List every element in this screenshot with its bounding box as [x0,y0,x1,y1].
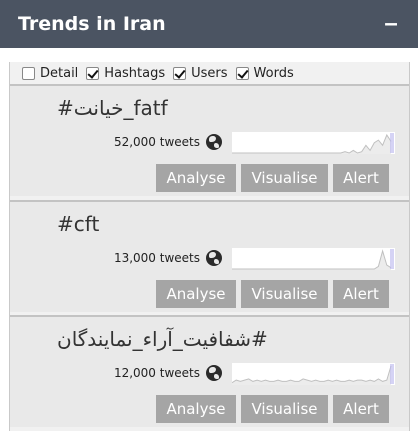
visualise-button[interactable]: Visualise [241,280,328,308]
filter-label: Words [253,65,294,81]
sparkline-svg [232,249,394,270]
sparkline-svg [232,364,394,385]
filter-label: Detail [40,65,79,81]
alert-button[interactable]: Alert [333,395,389,423]
analyse-button[interactable]: Analyse [156,280,236,308]
analyse-button[interactable]: Analyse [156,164,236,192]
visualise-button[interactable]: Visualise [241,164,328,192]
trend-actions: Analyse Visualise Alert [156,280,394,308]
trend-title[interactable]: #cft [57,212,99,236]
sparkline-end-marker [390,364,394,384]
collapse-button[interactable]: – [382,12,400,36]
globe-icon[interactable] [206,250,222,266]
sparkline-area [232,135,391,154]
trend-item: شفافیت_آراء_نمایندگان# 12,000 tweets Ana… [10,315,409,427]
trend-actions: Analyse Visualise Alert [156,164,394,192]
words-checkbox[interactable] [235,66,249,80]
sparkline-chart [232,363,395,385]
sparkline-area [232,366,391,385]
trend-actions: Analyse Visualise Alert [156,395,394,423]
hashtags-checkbox[interactable] [86,66,100,80]
trend-title[interactable]: #خیانت_fatf [57,96,168,120]
sparkline-end-marker [390,133,394,153]
sparkline-chart [232,248,395,270]
alert-button[interactable]: Alert [333,164,389,192]
sparkline-chart [232,132,395,154]
filter-bar: Detail Hashtags Users Words [10,62,409,84]
filter-users[interactable]: Users [173,65,228,81]
sparkline-end-marker [390,249,394,269]
analyse-button[interactable]: Analyse [156,395,236,423]
trends-panel: Detail Hashtags Users Words #خیانت_fatf … [9,62,410,431]
sparkline-area [232,251,391,270]
tweet-count: 52,000 tweets [113,135,200,149]
alert-button[interactable]: Alert [333,280,389,308]
trend-title[interactable]: شفافیت_آراء_نمایندگان# [57,327,268,351]
tweet-count: 12,000 tweets [113,366,200,380]
detail-checkbox[interactable] [22,66,35,80]
sparkline-line [232,249,392,270]
visualise-button[interactable]: Visualise [241,395,328,423]
trend-item: #خیانت_fatf 52,000 tweets Analyse Visual… [10,84,409,196]
users-checkbox[interactable] [173,66,187,80]
filter-label: Hashtags [104,65,166,81]
filter-hashtags[interactable]: Hashtags [86,66,165,81]
globe-icon[interactable] [206,134,222,150]
widget-header: Trends in Iran – [0,0,418,48]
widget-title: Trends in Iran [18,13,166,35]
filter-detail[interactable]: Detail [22,66,78,81]
filter-label: Users [191,65,228,81]
sparkline-svg [232,133,394,154]
filter-words[interactable]: Words [235,65,294,81]
globe-icon[interactable] [206,365,222,381]
sparkline-line [232,365,392,384]
trend-item: #cft 13,000 tweets Analyse Visualise Ale… [10,200,409,312]
tweet-count: 13,000 tweets [113,251,200,265]
